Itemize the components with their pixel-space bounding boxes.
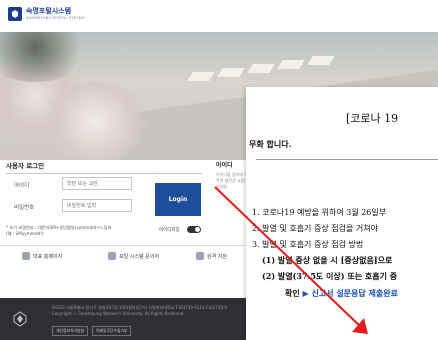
homepage-link[interactable]: 대표 홈페이지 — [22, 252, 62, 260]
id-save-label: 아이디저장 — [159, 228, 180, 233]
phone-icon — [108, 252, 116, 260]
popup-line-3: 3. 발열 및 호흡기 증상 점검 방법 — [252, 240, 364, 249]
popup-line-4: (1) 발열 증상 없을 시 [증상없음]으로 — [262, 255, 393, 265]
crest-icon — [8, 7, 22, 21]
footer-copyright: Copyright ⓒ Sookmyung Women's University… — [52, 311, 185, 316]
password-label: 비밀번호 — [14, 205, 35, 211]
remote-support-link[interactable]: 원격 지원 — [196, 252, 227, 260]
popup-line-6: 확인 ▶ 신고서 설문응답 제출완료 — [285, 288, 398, 298]
monitor-icon — [196, 252, 204, 260]
portal-logo[interactable]: 숙명포털시스템 SOOKMYUNG PORTAL SYSTEM — [8, 7, 85, 21]
id-label: 아이디 — [14, 183, 30, 189]
find-id-title: 아이디 — [216, 162, 233, 169]
footer-crest-icon — [13, 311, 27, 327]
popup-line-2: 2. 발열 및 호흡기 증상 점검을 거쳐야 — [252, 224, 378, 233]
logo-title: 숙명포털시스템 — [26, 6, 72, 15]
email-refusal-button[interactable]: 이메일무단수집거부 — [92, 326, 132, 336]
home-icon — [22, 252, 30, 260]
id-save-toggle[interactable] — [187, 226, 201, 233]
popup-line-1: 1. 코로나19 예방을 위하여 3월 26일부 — [252, 208, 387, 217]
survey-submit-link[interactable]: ▶ 신고서 설문응답 제출완료 — [303, 288, 398, 298]
initial-password-note: * 초기 비밀번호 : 대문자SM+생년월일(yymmdd)+느낌표 (예 : … — [6, 225, 112, 236]
portal-inquiry-link[interactable]: 포탈 시스템 문의처 — [108, 252, 159, 260]
popup-line-5: (2) 발열(37.5도 이상) 또는 호흡기 증 — [262, 271, 398, 281]
site-header: 숙명포털시스템 SOOKMYUNG PORTAL SYSTEM — [0, 0, 438, 32]
login-button[interactable]: Login — [155, 183, 201, 216]
popup-line-1a: 무화 합니다. — [249, 139, 292, 149]
password-input[interactable] — [62, 199, 132, 212]
login-title: 사용자 로그인 — [6, 162, 45, 170]
popup-title: [코로나 19 — [346, 112, 399, 125]
id-input[interactable] — [62, 177, 132, 190]
privacy-policy-button[interactable]: 개인정보처리방침 — [52, 326, 88, 336]
logo-subtitle: SOOKMYUNG PORTAL SYSTEM — [26, 15, 85, 20]
